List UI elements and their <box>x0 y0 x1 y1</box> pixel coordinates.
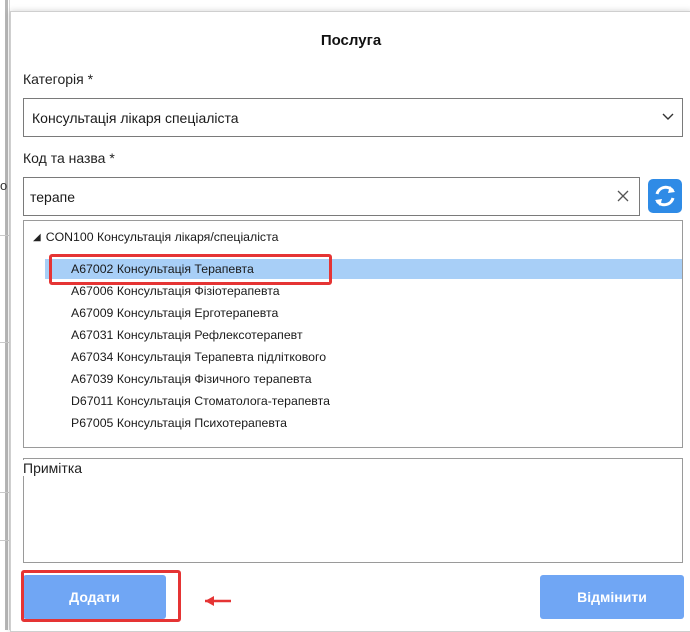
close-icon[interactable] <box>615 188 631 204</box>
refresh-icon <box>648 179 682 213</box>
dialog-title: Послуга <box>320 32 382 49</box>
tree-item[interactable]: D67011 Консультація Стоматолога-терапевт… <box>45 391 682 411</box>
background-divider <box>5 0 8 630</box>
chevron-down-icon <box>662 113 674 120</box>
background-page-edge: о <box>0 0 10 630</box>
tree-item[interactable]: А67034 Консультація Терапевта підлітково… <box>45 347 682 367</box>
service-dialog: Послуга Категорія * Консультація лікаря … <box>10 11 690 632</box>
note-label: Примітка <box>21 460 85 476</box>
service-search-input[interactable]: терапе <box>23 177 640 216</box>
tree-item[interactable]: А67006 Консультація Фізіотерапевта <box>45 281 682 301</box>
background-tick <box>0 540 9 541</box>
cancel-button[interactable]: Відмінити <box>540 575 684 619</box>
category-label: Категорія * <box>23 71 94 87</box>
arrow-left-icon <box>205 596 231 606</box>
tree-item-label: А67031 Консультація Рефлексотерапевт <box>71 328 303 342</box>
background-tick <box>0 342 9 343</box>
tree-item[interactable]: А67002 Консультація Терапевта <box>45 259 682 279</box>
tree-root-label: CON100 Консультація лікаря/спеціаліста <box>45 230 279 244</box>
tree-item-label: А67034 Консультація Терапевта підлітково… <box>71 350 327 364</box>
tree-item[interactable]: А67031 Консультація Рефлексотерапевт <box>45 325 682 345</box>
tree-item[interactable]: А67039 Консультація Фізичного терапевта <box>45 369 682 389</box>
background-text: о <box>0 178 8 193</box>
category-select[interactable]: Консультація лікаря спеціаліста <box>23 98 683 137</box>
tree-item[interactable]: А67009 Консультація Ерготерапевта <box>45 303 682 323</box>
category-value: Консультація лікаря спеціаліста <box>32 110 239 126</box>
tree-item-label: P67005 Консультація Психотерапевта <box>71 416 287 430</box>
background-tick <box>0 235 9 236</box>
refresh-button[interactable] <box>646 176 684 216</box>
tree-item-label: А67009 Консультація Ерготерапевта <box>71 306 279 320</box>
tree-item-label: D67011 Консультація Стоматолога-терапевт… <box>71 394 330 408</box>
code-label: Код та назва * <box>23 150 115 166</box>
tree-item-label: А67039 Консультація Фізичного терапевта <box>71 372 312 386</box>
tree-root[interactable]: ◢ CON100 Консультація лікаря/спеціаліста <box>33 229 278 245</box>
search-value: терапе <box>30 189 75 205</box>
note-textarea[interactable] <box>23 458 683 563</box>
service-tree[interactable]: ◢ CON100 Консультація лікаря/спеціаліста… <box>23 220 683 448</box>
background-tick <box>0 492 9 493</box>
tree-item[interactable]: P67005 Консультація Психотерапевта <box>45 413 682 433</box>
tree-item-label: А67002 Консультація Терапевта <box>71 262 254 276</box>
caret-down-icon[interactable]: ◢ <box>33 232 41 243</box>
add-button[interactable]: Додати <box>23 575 166 619</box>
tree-item-label: А67006 Консультація Фізіотерапевта <box>71 284 280 298</box>
